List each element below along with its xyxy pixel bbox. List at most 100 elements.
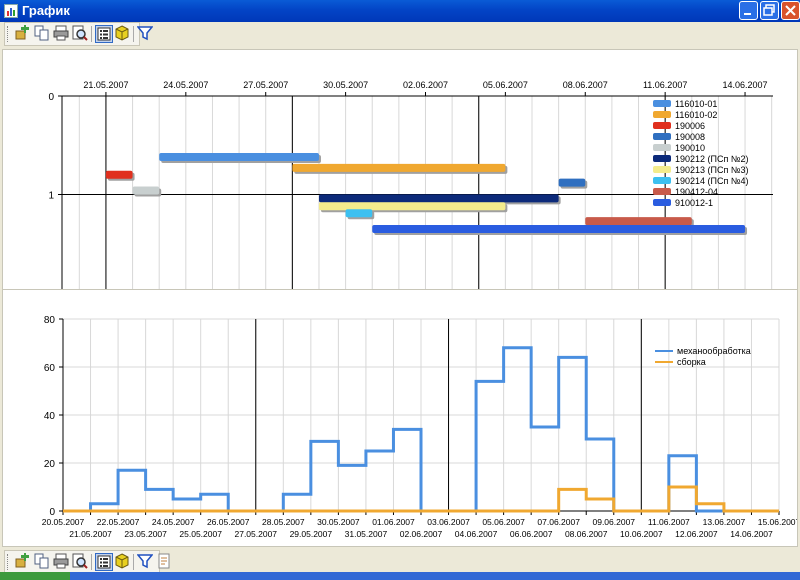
gantt-panel: 21.05.2007 24.05.2007 27.05.2007 30.05.2007… [2,49,798,306]
legend-swatch [653,199,671,206]
gantt-bar[interactable] [105,170,133,179]
add-icon-part [15,30,26,40]
gantt-bar[interactable] [318,202,506,211]
copy-icon-part [39,29,49,41]
legend-label: 190212 (ПСп №2) [675,154,749,164]
legend-swatch [653,100,671,107]
toolbar-grip[interactable] [7,26,11,42]
copy-button[interactable] [34,25,52,43]
x-tick-label: 01.06.2007 [372,517,415,527]
print-icon-part [55,553,67,560]
table-icon-part [103,30,108,32]
legend-swatch [653,177,671,184]
gantt-bar[interactable] [132,186,160,195]
legend-label: 190214 (ПСп №4) [675,176,749,186]
close-button[interactable] [781,1,800,20]
copy-button[interactable] [34,553,52,571]
minimize-button[interactable] [739,1,758,20]
y-tick-label: 80 [44,315,56,326]
x-tick-label: 07.06.2007 [537,517,580,527]
copy-icon [34,25,49,41]
add-icon-part [15,558,26,568]
filter-icon-part [136,554,154,569]
print-icon-part [56,563,66,569]
minimize-icon [744,13,751,15]
print-preview-button[interactable] [72,25,90,43]
window-title: График [22,3,70,18]
table-button[interactable] [95,553,113,571]
print-icon-part [56,35,66,41]
cube-icon [115,25,129,41]
table-button[interactable] [95,25,113,43]
start-button[interactable] [0,572,70,580]
table-icon-part [100,30,102,32]
gantt-bar[interactable] [345,209,373,218]
x-tick-label: 15.06.2007 [758,517,797,527]
table-icon-part [100,33,102,36]
add-icon [15,25,29,40]
gantt-bar[interactable] [159,153,319,162]
toolbar-separator [91,554,92,570]
cube-button[interactable] [114,25,132,43]
table-icon [97,27,111,41]
table-icon-part [103,565,108,567]
add-button[interactable] [15,25,33,43]
gantt-bar[interactable] [318,194,559,203]
gantt-bar[interactable] [558,178,586,187]
x-tick-label: 21.05.2007 [69,529,112,539]
y-tick-label: 1 [48,191,54,202]
print-preview-icon-part [83,36,88,41]
legend-swatch [653,144,671,151]
gantt-chart[interactable]: 21.05.2007 24.05.2007 27.05.2007 30.05.2007… [3,50,797,305]
print-preview-button[interactable] [72,553,90,571]
cube-button[interactable] [114,553,132,571]
copy-icon [34,553,49,569]
x-tick-label: 26.05.2007 [207,517,250,527]
print-preview-icon-part [76,557,86,567]
gantt-bar[interactable] [372,224,746,233]
print-button[interactable] [53,553,71,571]
x-tick-label: 14.06.2007 [723,80,768,90]
filter-icon-part [136,26,154,41]
legend-label: 116010-01 [675,99,717,109]
gantt-bar[interactable] [585,217,692,226]
print-preview-icon-part [76,29,86,39]
x-tick-label: 02.06.2007 [403,80,448,90]
add-button[interactable] [15,553,33,571]
legend-swatch [653,122,671,129]
print-preview-icon-part [83,564,88,569]
title-bar: График [0,0,800,22]
toolbar-separator [133,554,134,570]
maximize-icon [763,4,775,16]
document-button[interactable] [156,553,174,571]
add-icon-part [24,25,26,33]
x-tick-label: 09.06.2007 [592,517,635,527]
legend-label: 190010 [675,143,705,153]
load-chart[interactable]: 02040608020.05.200721.05.200722.05.20072… [3,290,800,546]
y-tick-label: 20 [44,459,56,470]
window-body: 21.05.2007 24.05.2007 27.05.2007 30.05.2007… [0,22,800,580]
x-tick-label: 04.06.2007 [455,529,498,539]
filter-button[interactable] [136,25,155,43]
load-panel: 0 20 40 60 80 20.05.2007 21.05.2007 22.05.2007 2… [2,289,800,547]
gantt-bar[interactable] [292,163,506,172]
x-tick-label: 05.06.2007 [483,80,528,90]
x-tick-label: 27.05.2007 [234,529,277,539]
filter-icon [136,26,154,41]
toolbar-grip[interactable] [7,554,11,570]
y-tick-label: 40 [44,411,56,422]
x-tick-label: 05.06.2007 [482,517,525,527]
table-icon-part [100,558,102,560]
print-button[interactable] [53,25,71,43]
filter-button[interactable] [136,553,155,571]
print-icon [53,25,69,41]
legend-label: 116010-02 [675,110,717,120]
x-tick-label: 24.05.2007 [163,80,208,90]
maximize-button[interactable] [760,1,779,20]
print-icon-part [55,25,67,32]
y-tick-label: 60 [44,363,56,374]
x-tick-label: 11.06.2007 [648,517,690,527]
x-tick-label: 14.06.2007 [730,529,773,539]
legend-swatch [653,155,671,162]
x-tick-label: 25.05.2007 [179,529,222,539]
